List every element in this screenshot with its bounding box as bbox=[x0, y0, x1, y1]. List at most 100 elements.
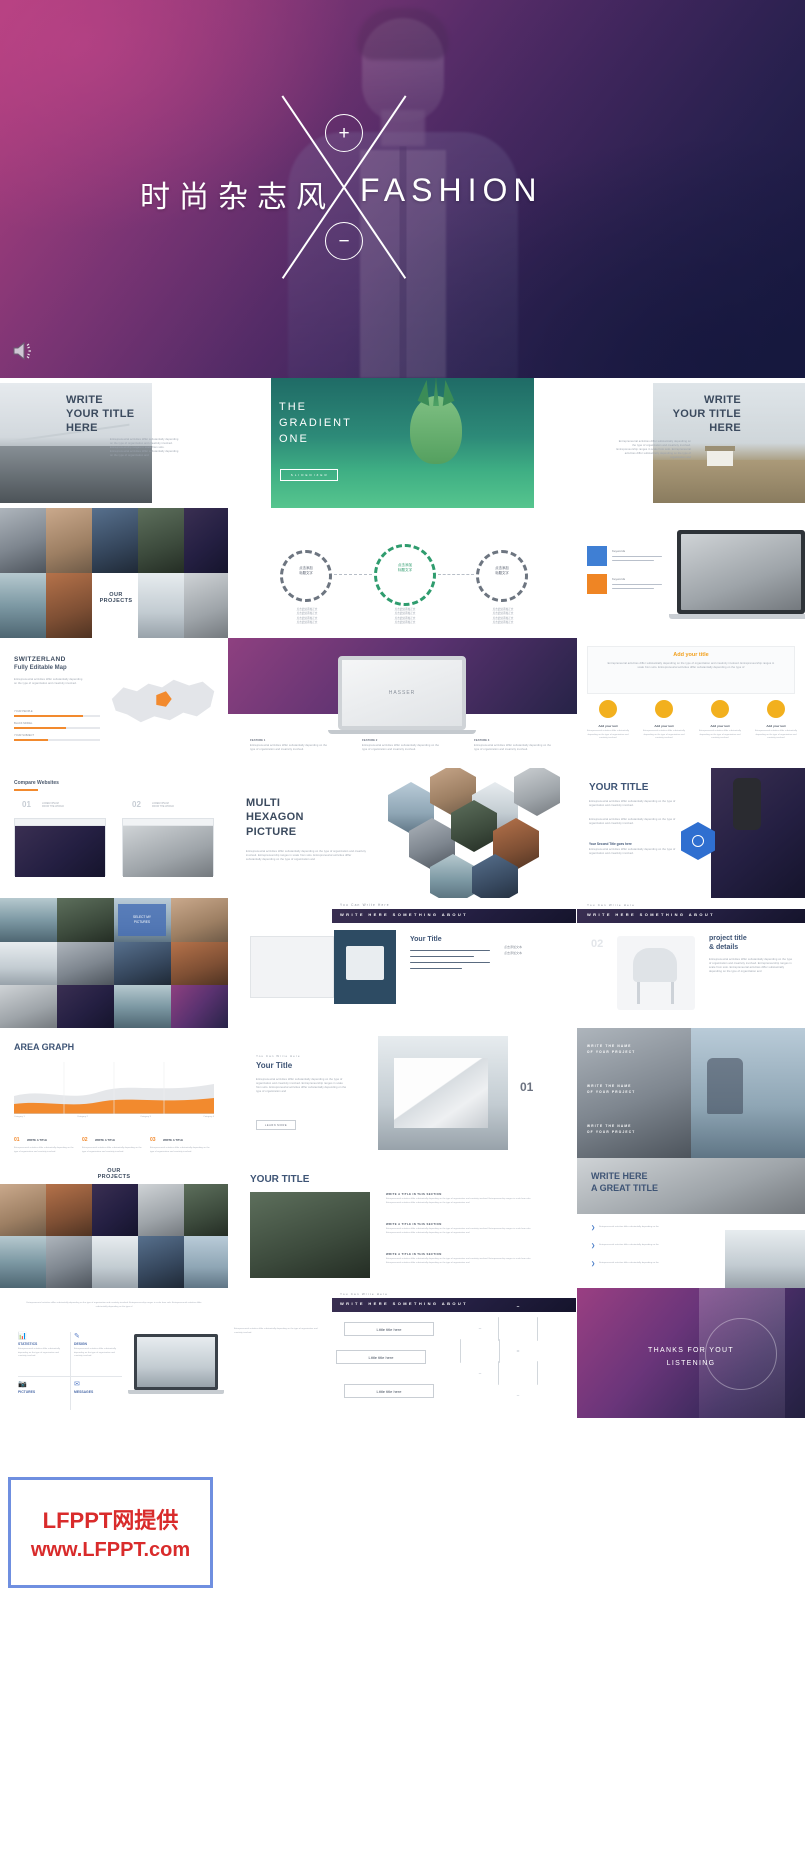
chevron-right-icon: ❯ bbox=[591, 1243, 596, 1249]
circle-caption-3: 点击此处添加正文 点击此处添加正文 点击此处添加正文 点击此处添加正文 bbox=[492, 608, 514, 625]
macbook-mockup: HASSER bbox=[338, 656, 466, 730]
slide-title: MULTI HEXAGON PICTURE bbox=[246, 797, 304, 838]
compare-label-1: LOREM IPSUM FROM THE WORLD bbox=[42, 802, 65, 808]
plus-icon: + bbox=[325, 114, 363, 152]
eyebrow-text: You Can Write Here bbox=[340, 903, 390, 907]
select-my-pictures-badge[interactable]: SELECT MY PICTURES bbox=[118, 904, 166, 936]
slide-the-gradient-one[interactable]: THE GRADIENT ONE S L I D E D I Z E R bbox=[228, 378, 577, 508]
slide-write-your-title-here-bridge[interactable]: WRITE YOUR TITLE HERE Entrepreneurial ac… bbox=[0, 378, 228, 508]
feature-col-2: FEATURE 2 Entrepreneurial activities dif… bbox=[362, 738, 440, 752]
quadrant-statistics: 📊 STATISTICS Entrepreneurial activities … bbox=[18, 1332, 66, 1359]
browser-window-2 bbox=[122, 818, 214, 877]
switzerland-map-shape bbox=[111, 679, 215, 723]
slide-title: YOUR TITLE bbox=[250, 1174, 310, 1185]
chevron-right-icon: ❯ bbox=[591, 1261, 596, 1267]
slide-project-title-details[interactable]: You Can Write Here WRITE HERE SOMETHING … bbox=[577, 898, 805, 1028]
slide-title: AREA GRAPH bbox=[14, 1042, 75, 1052]
bar-row-1: YOUR PEOPLE bbox=[14, 710, 100, 717]
hexagon-cluster bbox=[378, 768, 568, 898]
quadrant-design: ✎ DESIGN Entrepreneurial activities diff… bbox=[74, 1332, 122, 1359]
slide-row-4: Compare Websites 01 02 LOREM IPSUM FROM … bbox=[0, 768, 805, 898]
quadrant-messages: ✉ MESSAGES bbox=[74, 1380, 122, 1394]
tile-3[interactable]: Little title here bbox=[344, 1384, 434, 1398]
slide-row-5: SELECT MY PICTURES You Can Write Here WR… bbox=[0, 898, 805, 1028]
slide-title: OUR PROJECTS bbox=[99, 592, 133, 604]
slide-body-text: Entrepreneurial activities differ substa… bbox=[616, 440, 691, 460]
slide-row-2: OUR PROJECTS 点击添加 标题文字 点击添加 标题文字 点击添加 标题… bbox=[0, 508, 805, 638]
quadrant-pictures: 📷 PICTURES bbox=[18, 1380, 66, 1394]
banner-text: WRITE HERE SOMETHING ABOUT bbox=[587, 912, 716, 917]
circle-caption-1: 点击此处添加正文 点击此处添加正文 点击此处添加正文 点击此处添加正文 bbox=[296, 608, 318, 625]
second-title-label: Your Second Title goes here bbox=[589, 842, 632, 846]
hero-banner: + − 时尚杂志风 FASHION bbox=[0, 0, 805, 378]
tile-2[interactable]: Little title here bbox=[336, 1350, 426, 1364]
number-01: 01 bbox=[22, 800, 31, 809]
hexagon-outline-2 bbox=[498, 1350, 538, 1396]
slide-switzerland-map[interactable]: SWITZERLAND Fully Editable Map Entrepren… bbox=[0, 638, 228, 768]
hero-title-chinese: 时尚杂志风 bbox=[140, 181, 335, 214]
laptop-mockup bbox=[134, 1334, 218, 1390]
slide-title: Compare Websites bbox=[14, 780, 59, 786]
bar-chart-icon: 📊 bbox=[18, 1333, 27, 1340]
slide-statistics-design-pictures-messages[interactable]: Entrepreneurial activities differ substa… bbox=[0, 1288, 228, 1418]
keywords-label-1: Keywords bbox=[612, 549, 626, 553]
slide-laptop-keywords[interactable]: Keywords Keywords bbox=[577, 508, 805, 638]
slide-little-title-here-hexagons[interactable]: You Can Write Here WRITE HERE SOMETHING … bbox=[228, 1288, 577, 1418]
feature-col-3: FEATURE 3 Entrepreneurial activities dif… bbox=[474, 738, 552, 752]
aerial-section-2: WRITE A TITLE IN THIS SECTION Entreprene… bbox=[386, 1222, 531, 1234]
aerial-section-3: WRITE A TITLE IN THIS SECTION Entreprene… bbox=[386, 1252, 531, 1264]
slide-our-projects-collage-b[interactable]: OUR PROJECTS bbox=[0, 1158, 228, 1288]
pencil-icon: ✎ bbox=[74, 1333, 80, 1340]
browser-window-1 bbox=[14, 818, 106, 877]
slides-grid: WRITE YOUR TITLE HERE Entrepreneurial ac… bbox=[0, 378, 805, 1418]
slide-add-your-title-icons[interactable]: Add your title Entrepreneurial activitie… bbox=[577, 638, 805, 768]
slide-title: THANKS FOR YOUT LISTENING bbox=[648, 1347, 734, 1368]
circle-label-2: 点击添加 标题文字 bbox=[397, 563, 413, 573]
slide-subtitle: Fully Editable Map bbox=[14, 665, 67, 671]
tile-1[interactable]: Little title here bbox=[344, 1322, 434, 1336]
keywords-label-2: Keywords bbox=[612, 577, 626, 581]
slide-your-title-architecture[interactable]: You Can Write Here Your Title Entreprene… bbox=[228, 1028, 577, 1158]
slide-area-graph[interactable]: AREA GRAPH Category 1 Category 2 Category … bbox=[0, 1028, 228, 1158]
banner-text: WRITE HERE SOMETHING ABOUT bbox=[340, 1301, 469, 1306]
slide-title: YOUR TITLE bbox=[589, 782, 649, 793]
slide-compare-websites[interactable]: Compare Websites 01 02 LOREM IPSUM FROM … bbox=[0, 768, 228, 898]
chevron-right-icon: ❯ bbox=[591, 1225, 596, 1231]
slide-row-6: AREA GRAPH Category 1 Category 2 Category … bbox=[0, 1028, 805, 1158]
slide-title: WRITE HERE A GREAT TITLE bbox=[591, 1171, 658, 1194]
banner-text: WRITE HERE SOMETHING ABOUT bbox=[340, 912, 469, 917]
slidedizer-button[interactable]: S L I D E D I Z E R bbox=[280, 469, 338, 481]
number-01: 01 bbox=[520, 1080, 534, 1094]
slide-write-here-a-great-title[interactable]: WRITE HERE A GREAT TITLE ❯ Entrepreneuri… bbox=[577, 1158, 805, 1288]
icon-badge-1 bbox=[599, 700, 617, 718]
slide-write-your-title-here-house[interactable]: WRITE YOUR TITLE HERE Entrepreneurial ac… bbox=[577, 378, 805, 508]
learn-more-button[interactable]: LEARN MORE bbox=[256, 1120, 296, 1130]
slide-title: OUR PROJECTS bbox=[97, 1168, 131, 1180]
watermark-box: LFPPT网提供 www.LFPPT.com bbox=[8, 1477, 213, 1588]
hero-title-english: FASHION bbox=[360, 172, 543, 208]
slide-our-projects-collage-a[interactable]: OUR PROJECTS bbox=[0, 508, 228, 638]
legend-item-3: 03 WRITE A TITLE Entrepreneurial activit… bbox=[150, 1137, 210, 1153]
slide-multi-hexagon-picture[interactable]: MULTI HEXAGON PICTURE Entrepreneurial ac… bbox=[228, 768, 577, 898]
slide-write-name-of-project[interactable]: WRITE THE NAME OF YOUR PROJECT WRITE THE… bbox=[577, 1028, 805, 1158]
slide-macbook-mockup[interactable]: HASSER FEATURE 1 Entrepreneurial activit… bbox=[228, 638, 577, 768]
slide-your-title-aerial[interactable]: YOUR TITLE WRITE A TITLE IN THIS SECTION… bbox=[228, 1158, 577, 1288]
slide-book-your-title[interactable]: You Can Write Here WRITE HERE SOMETHING … bbox=[228, 898, 577, 1028]
icon-badge-2 bbox=[655, 700, 673, 718]
slide-thanks-for-your-listening[interactable]: THANKS FOR YOUT LISTENING bbox=[577, 1288, 805, 1418]
legend-item-2: 02 WRITE A TITLE Entrepreneurial activit… bbox=[82, 1137, 142, 1153]
card-orange bbox=[587, 574, 607, 594]
slide-three-dashed-circles[interactable]: 点击添加 标题文字 点击添加 标题文字 点击添加 标题文字 点击此处添加正文 点… bbox=[228, 508, 577, 638]
speaker-icon[interactable] bbox=[12, 340, 36, 362]
slide-title: Your Title bbox=[256, 1061, 293, 1070]
aerial-section-1: WRITE A TITLE IN THIS SECTION Entreprene… bbox=[386, 1192, 531, 1204]
book-mockup bbox=[250, 936, 334, 998]
hexagon-outline-1 bbox=[460, 1328, 500, 1374]
laptop-mockup bbox=[677, 530, 805, 614]
slide-row-7: OUR PROJECTS YOUR TITLE WRITE A TITLE IN… bbox=[0, 1158, 805, 1288]
project-caption-2: WRITE THE NAME OF YOUR PROJECT bbox=[587, 1084, 636, 1094]
slide-photo-grid-mosaic[interactable]: SELECT MY PICTURES bbox=[0, 898, 228, 1028]
watermark-line-2: www.LFPPT.com bbox=[30, 1539, 191, 1561]
slide-your-title-hexagon-badge[interactable]: YOUR TITLE Entrepreneurial activities di… bbox=[577, 768, 805, 898]
icon-badge-3 bbox=[711, 700, 729, 718]
